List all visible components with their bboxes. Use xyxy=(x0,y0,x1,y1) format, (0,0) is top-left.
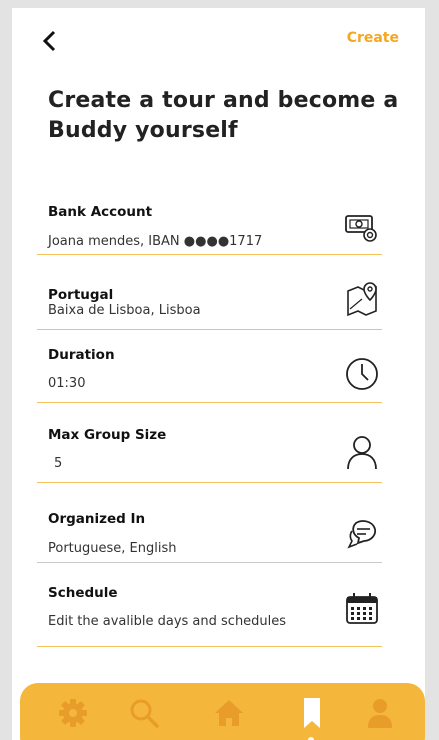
map-pin-icon xyxy=(347,282,377,317)
home-icon[interactable] xyxy=(212,696,246,730)
page-title: Create a tour and become a Buddy yoursel… xyxy=(48,88,399,143)
bank-account-label: Bank Account xyxy=(48,204,153,220)
user-icon[interactable] xyxy=(363,696,397,730)
schedule-row[interactable]: Schedule Edit the avalible days and sche… xyxy=(37,563,382,647)
organized-in-value: Portuguese, English xyxy=(48,541,177,556)
max-group-size-value[interactable]: 5 xyxy=(54,456,62,471)
divider xyxy=(37,646,382,647)
schedule-value: Edit the avalible days and schedules xyxy=(48,614,287,629)
clock-icon xyxy=(346,358,378,390)
max-group-size-label: Max Group Size xyxy=(48,427,167,443)
schedule-label: Schedule xyxy=(48,585,118,601)
app-screen: Create Create a tour and become a Buddy … xyxy=(12,8,425,740)
chat-bubbles-icon xyxy=(347,520,376,549)
gear-icon[interactable] xyxy=(56,696,90,730)
organized-in-label: Organized In xyxy=(48,511,146,527)
location-row[interactable]: Portugal Baixa de Lisboa, Lisboa xyxy=(37,255,382,330)
create-button[interactable]: Create xyxy=(347,30,399,46)
bottom-nav xyxy=(20,683,425,740)
back-arrow-icon[interactable] xyxy=(38,26,62,56)
bookmark-icon[interactable] xyxy=(295,696,329,730)
search-icon[interactable] xyxy=(127,696,161,730)
duration-label: Duration xyxy=(48,347,115,363)
calendar-icon xyxy=(346,593,378,624)
duration-value: 01:30 xyxy=(48,376,86,391)
bank-account-row[interactable]: Bank Account Joana mendes, IBAN ●●●●1717 xyxy=(37,198,382,255)
organized-in-row[interactable]: Organized In Portuguese, English xyxy=(37,483,382,563)
duration-row[interactable]: Duration 01:30 xyxy=(37,330,382,403)
person-icon xyxy=(347,436,377,470)
location-value: Baixa de Lisboa, Lisboa xyxy=(48,303,201,318)
max-group-size-row[interactable]: Max Group Size 5 xyxy=(37,403,382,483)
money-card-icon xyxy=(345,215,377,242)
country-label: Portugal xyxy=(48,287,114,303)
bank-account-value: Joana mendes, IBAN ●●●●1717 xyxy=(48,234,263,249)
header: Create xyxy=(12,8,425,78)
